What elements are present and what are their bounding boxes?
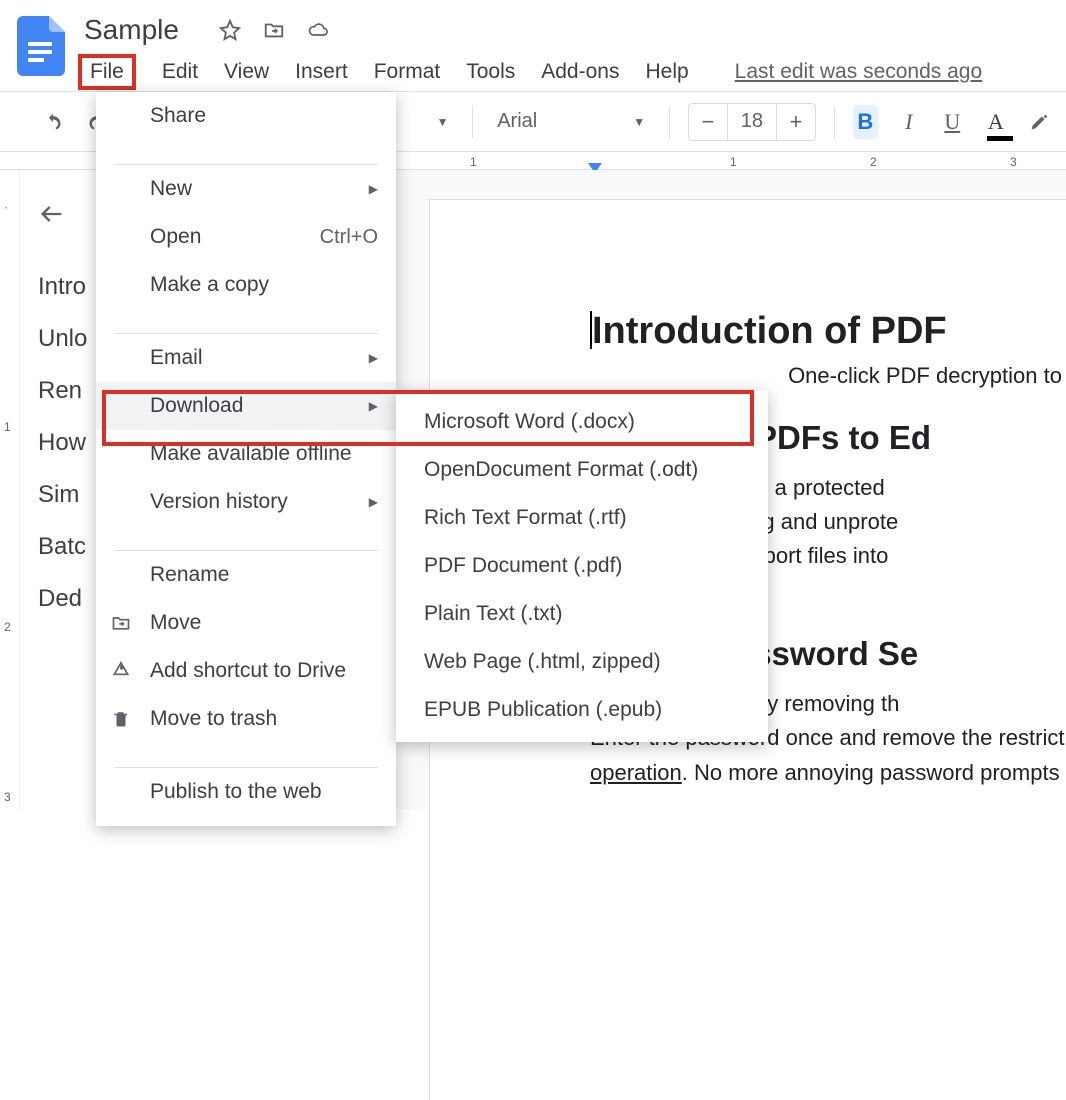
menu-label: EPUB Publication (.epub) [424, 698, 662, 722]
ruler-tick: 1 [470, 155, 477, 169]
menu-label: Move to trash [150, 707, 277, 731]
menu-item-new[interactable]: New ▶ [96, 165, 396, 213]
docs-logo-icon[interactable] [16, 16, 66, 76]
font-family-value: Arial [497, 110, 537, 133]
menu-label: Publish to the web [150, 780, 322, 804]
menu-format[interactable]: Format [374, 60, 441, 84]
bold-button[interactable]: B [853, 105, 878, 139]
menu-item-download[interactable]: Download ▶ [96, 382, 396, 430]
edit-status[interactable]: Last edit was seconds ago [735, 60, 983, 84]
menu-tools[interactable]: Tools [466, 60, 515, 84]
menu-insert[interactable]: Insert [295, 60, 348, 84]
decrease-font-size-button[interactable]: − [689, 109, 727, 135]
doc-subtitle[interactable]: One-click PDF decryption to [590, 363, 1066, 389]
submenu-item-docx[interactable]: Microsoft Word (.docx) [396, 398, 768, 446]
menu-label: Make available offline [150, 442, 352, 466]
menu-label: Web Page (.html, zipped) [424, 650, 661, 674]
caret-down-icon: ▼ [437, 115, 449, 129]
menu-item-move[interactable]: Move [96, 599, 396, 647]
menu-help[interactable]: Help [645, 60, 688, 84]
chevron-right-icon: ▶ [369, 182, 378, 196]
menu-label: Move [150, 611, 201, 635]
underline-button[interactable]: U [940, 105, 965, 139]
submenu-item-rtf[interactable]: Rich Text Format (.rtf) [396, 494, 768, 542]
menu-addons[interactable]: Add-ons [541, 60, 619, 84]
chevron-right-icon: ▶ [369, 495, 378, 509]
submenu-item-pdf[interactable]: PDF Document (.pdf) [396, 542, 768, 590]
caret-down-icon: ▼ [633, 115, 645, 129]
trash-icon [110, 708, 132, 730]
menu-shortcut: Ctrl+O [320, 226, 378, 249]
undo-button[interactable] [40, 104, 66, 140]
font-size-group: − 18 + [688, 103, 816, 141]
doc-link[interactable]: operation [590, 760, 682, 785]
vertical-ruler[interactable]: · 1 2 3 [0, 170, 20, 809]
submenu-item-odt[interactable]: OpenDocument Format (.odt) [396, 446, 768, 494]
menu-item-open[interactable]: Open Ctrl+O [96, 213, 396, 261]
toolbar-divider [834, 106, 835, 138]
ruler-tick: 1 [730, 155, 737, 169]
font-size-input[interactable]: 18 [727, 104, 777, 140]
menu-item-make-copy[interactable]: Make a copy [96, 261, 396, 309]
app-header: Sample File Edit View Insert Format Tool… [0, 0, 1066, 92]
move-folder-icon[interactable] [263, 19, 285, 41]
menu-label: Open [150, 225, 201, 249]
menu-label: Add shortcut to Drive [150, 659, 346, 683]
ruler-tick: 3 [1010, 155, 1017, 169]
menu-label: OpenDocument Format (.odt) [424, 458, 698, 482]
menu-label: Microsoft Word (.docx) [424, 410, 635, 434]
menu-label: Plain Text (.txt) [424, 602, 563, 626]
menu-label: Download [150, 394, 243, 418]
font-family-select[interactable]: Arial ▼ [491, 110, 651, 133]
menu-item-add-shortcut[interactable]: Add shortcut to Drive [96, 647, 396, 695]
toolbar-divider [669, 106, 670, 138]
document-title[interactable]: Sample [78, 14, 185, 46]
menu-label: Version history [150, 490, 288, 514]
folder-move-icon [110, 612, 132, 634]
toolbar-divider [472, 106, 473, 138]
increase-font-size-button[interactable]: + [777, 109, 815, 135]
menu-file[interactable]: File [78, 54, 136, 90]
menu-label: New [150, 177, 192, 201]
menu-label: Make a copy [150, 273, 269, 297]
menu-label: Rename [150, 563, 229, 587]
menu-view[interactable]: View [224, 60, 269, 84]
cloud-status-icon[interactable] [307, 19, 329, 41]
menubar: File Edit View Insert Format Tools Add-o… [78, 54, 1050, 90]
menu-item-share[interactable]: Share [96, 92, 396, 140]
highlight-color-button[interactable] [1027, 105, 1052, 139]
menu-item-version-history[interactable]: Version history ▶ [96, 478, 396, 526]
ruler-tick: 2 [870, 155, 877, 169]
submenu-item-epub[interactable]: EPUB Publication (.epub) [396, 686, 768, 734]
file-menu-dropdown: Share New ▶ Open Ctrl+O Make a copy Emai… [96, 92, 396, 826]
menu-label: Email [150, 346, 203, 370]
chevron-right-icon: ▶ [369, 399, 378, 413]
menu-item-move-to-trash[interactable]: Move to trash [96, 695, 396, 743]
submenu-item-txt[interactable]: Plain Text (.txt) [396, 590, 768, 638]
submenu-item-html[interactable]: Web Page (.html, zipped) [396, 638, 768, 686]
star-icon[interactable] [219, 19, 241, 41]
menu-label: Share [150, 104, 206, 128]
chevron-right-icon: ▶ [369, 351, 378, 365]
menu-label: Rich Text Format (.rtf) [424, 506, 627, 530]
doc-heading-1[interactable]: Introduction of PDF [590, 310, 1066, 353]
download-submenu: Microsoft Word (.docx) OpenDocument Form… [396, 390, 768, 742]
menu-edit[interactable]: Edit [162, 60, 198, 84]
text-color-button[interactable]: A [983, 105, 1008, 139]
drive-shortcut-icon [110, 660, 132, 682]
menu-item-make-available-offline[interactable]: Make available offline [96, 430, 396, 478]
italic-button[interactable]: I [896, 105, 921, 139]
menu-item-email[interactable]: Email ▶ [96, 334, 396, 382]
menu-label: PDF Document (.pdf) [424, 554, 622, 578]
menu-item-rename[interactable]: Rename [96, 551, 396, 599]
